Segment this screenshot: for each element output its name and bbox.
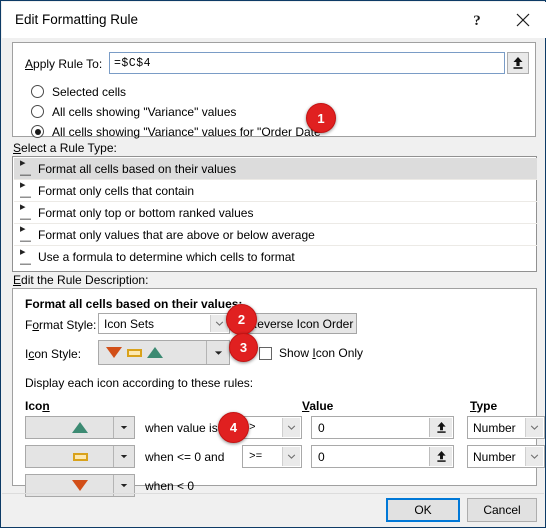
- radio-indicator: [31, 85, 44, 98]
- svg-text:?: ?: [473, 13, 481, 28]
- radio-all-variance-values-for-order-date[interactable]: All cells showing "Variance" values for …: [31, 123, 325, 140]
- edit-rule-description-label: Edit the Rule Description:: [13, 273, 149, 287]
- rule-type-item[interactable]: ▸— Use a formula to determine which cell…: [14, 245, 537, 270]
- ok-label: OK: [414, 503, 432, 517]
- column-header-icon: Icon: [25, 399, 50, 413]
- apply-rule-to-label: Apply Rule To:: [25, 57, 103, 71]
- rule-type-item[interactable]: ▸— Format only top or bottom ranked valu…: [14, 201, 537, 225]
- chevron-down-icon: [282, 447, 300, 466]
- rule-description-panel: Format all cells based on their values: …: [12, 288, 545, 497]
- reverse-icon-order-button[interactable]: Reverse Icon Order: [245, 313, 357, 334]
- display-rules-label: Display each icon according to these rul…: [25, 376, 254, 390]
- chevron-down-icon: [282, 418, 300, 437]
- rule-description-heading: Format all cells based on their values:: [25, 297, 243, 311]
- radio-all-variance-values[interactable]: All cells showing "Variance" values: [31, 103, 236, 120]
- type-value: Number: [473, 449, 516, 464]
- reverse-icon-order-label: Reverse Icon Order: [248, 316, 354, 331]
- annotation-badge-1: 1: [306, 103, 336, 133]
- icon-style-select[interactable]: [98, 340, 230, 365]
- type-select-row-1[interactable]: Number: [467, 416, 545, 439]
- icon-select-row-2[interactable]: [25, 445, 135, 468]
- ok-button[interactable]: OK: [386, 498, 460, 522]
- operator-value: >: [249, 421, 256, 434]
- value-input-row-1[interactable]: 0: [311, 416, 454, 439]
- radio-selected-cells[interactable]: Selected cells: [31, 83, 126, 100]
- rule-type-label: Use a formula to determine which cells t…: [38, 250, 295, 264]
- rule-type-item[interactable]: ▸— Format only cells that contain: [14, 179, 537, 203]
- condition-label-row-2: when <= 0 and: [145, 450, 225, 464]
- annotation-badge-3: 3: [229, 333, 258, 362]
- chevron-down-icon: [525, 447, 543, 466]
- title-bar: Edit Formatting Rule ?: [2, 2, 546, 38]
- show-icon-only-label: Show Icon Only: [279, 346, 364, 360]
- bar-yellow-icon: [127, 348, 142, 357]
- column-header-type: Type: [470, 399, 498, 413]
- collapse-dialog-icon[interactable]: [429, 447, 452, 466]
- radio-label: All cells showing "Variance" values: [52, 104, 237, 119]
- close-icon: [516, 13, 530, 27]
- collapse-dialog-icon[interactable]: [429, 418, 452, 437]
- type-select-row-2[interactable]: Number: [467, 445, 545, 468]
- footer-divider: [2, 493, 544, 494]
- question-mark-icon: ?: [473, 13, 481, 28]
- icon-select-row-1[interactable]: [25, 416, 135, 439]
- condition-label-row-1: when value is: [145, 421, 218, 435]
- edit-formatting-rule-dialog: Edit Formatting Rule ? Apply Rule To: =$…: [0, 0, 546, 528]
- annotation-badge-4: 4: [218, 412, 249, 443]
- radio-label: Selected cells: [52, 84, 127, 99]
- arrow-bullet-icon: ▸—: [20, 245, 31, 270]
- type-value: Number: [473, 420, 516, 435]
- chevron-down-icon: [206, 341, 229, 364]
- rule-type-item[interactable]: ▸— Format only values that are above or …: [14, 223, 537, 247]
- triangle-down-red-icon: [106, 347, 122, 358]
- arrow-bullet-icon: ▸—: [20, 223, 31, 247]
- annotation-badge-2: 2: [226, 304, 257, 335]
- format-style-select[interactable]: Icon Sets: [98, 313, 230, 334]
- format-style-label: Format Style:: [25, 318, 97, 332]
- apply-rule-to-input[interactable]: =$C$4: [109, 52, 505, 74]
- radio-label: All cells showing "Variance" values for …: [52, 124, 325, 139]
- rule-type-label: Format only values that are above or bel…: [38, 227, 315, 242]
- cancel-label: Cancel: [483, 503, 521, 517]
- checkbox-indicator: [259, 346, 272, 360]
- operator-select-row-1[interactable]: >: [242, 416, 302, 439]
- triangle-up-green-icon: [147, 347, 163, 358]
- rule-type-label: Format all cells based on their values: [38, 161, 237, 176]
- chevron-down-icon: [113, 417, 134, 438]
- column-header-value: Value: [302, 399, 334, 413]
- value-input-row-2[interactable]: 0: [311, 445, 454, 468]
- rule-type-label: Format only cells that contain: [38, 183, 195, 198]
- rule-type-item[interactable]: ▸— Format all cells based on their value…: [14, 157, 537, 181]
- cancel-button[interactable]: Cancel: [467, 498, 537, 522]
- condition-label-row-3: when < 0: [145, 479, 195, 493]
- collapse-dialog-button[interactable]: [507, 52, 529, 74]
- operator-value: >=: [249, 450, 263, 463]
- collapse-dialog-icon: [513, 57, 523, 69]
- close-button[interactable]: [502, 3, 544, 37]
- value-text: 0: [318, 449, 325, 464]
- icon-style-preview: [106, 347, 163, 358]
- operator-select-row-2[interactable]: >=: [242, 445, 302, 468]
- radio-indicator: [31, 125, 44, 138]
- rule-type-label: Format only top or bottom ranked values: [38, 205, 254, 220]
- value-text: 0: [318, 420, 325, 435]
- help-button[interactable]: ?: [456, 3, 498, 37]
- show-icon-only-checkbox[interactable]: Show Icon Only: [259, 346, 363, 360]
- icon-style-label: Icon Style:: [25, 347, 82, 361]
- apply-rule-to-panel: Apply Rule To: =$C$4 Selected cells All …: [12, 42, 536, 140]
- rule-type-list[interactable]: ▸— Format all cells based on their value…: [12, 156, 537, 272]
- format-style-value: Icon Sets: [104, 316, 155, 331]
- chevron-down-icon: [113, 446, 134, 467]
- select-rule-type-label: Select a Rule Type:: [13, 141, 117, 155]
- dialog-title: Edit Formatting Rule: [15, 12, 139, 27]
- chevron-down-icon: [525, 418, 543, 437]
- radio-indicator: [31, 105, 44, 118]
